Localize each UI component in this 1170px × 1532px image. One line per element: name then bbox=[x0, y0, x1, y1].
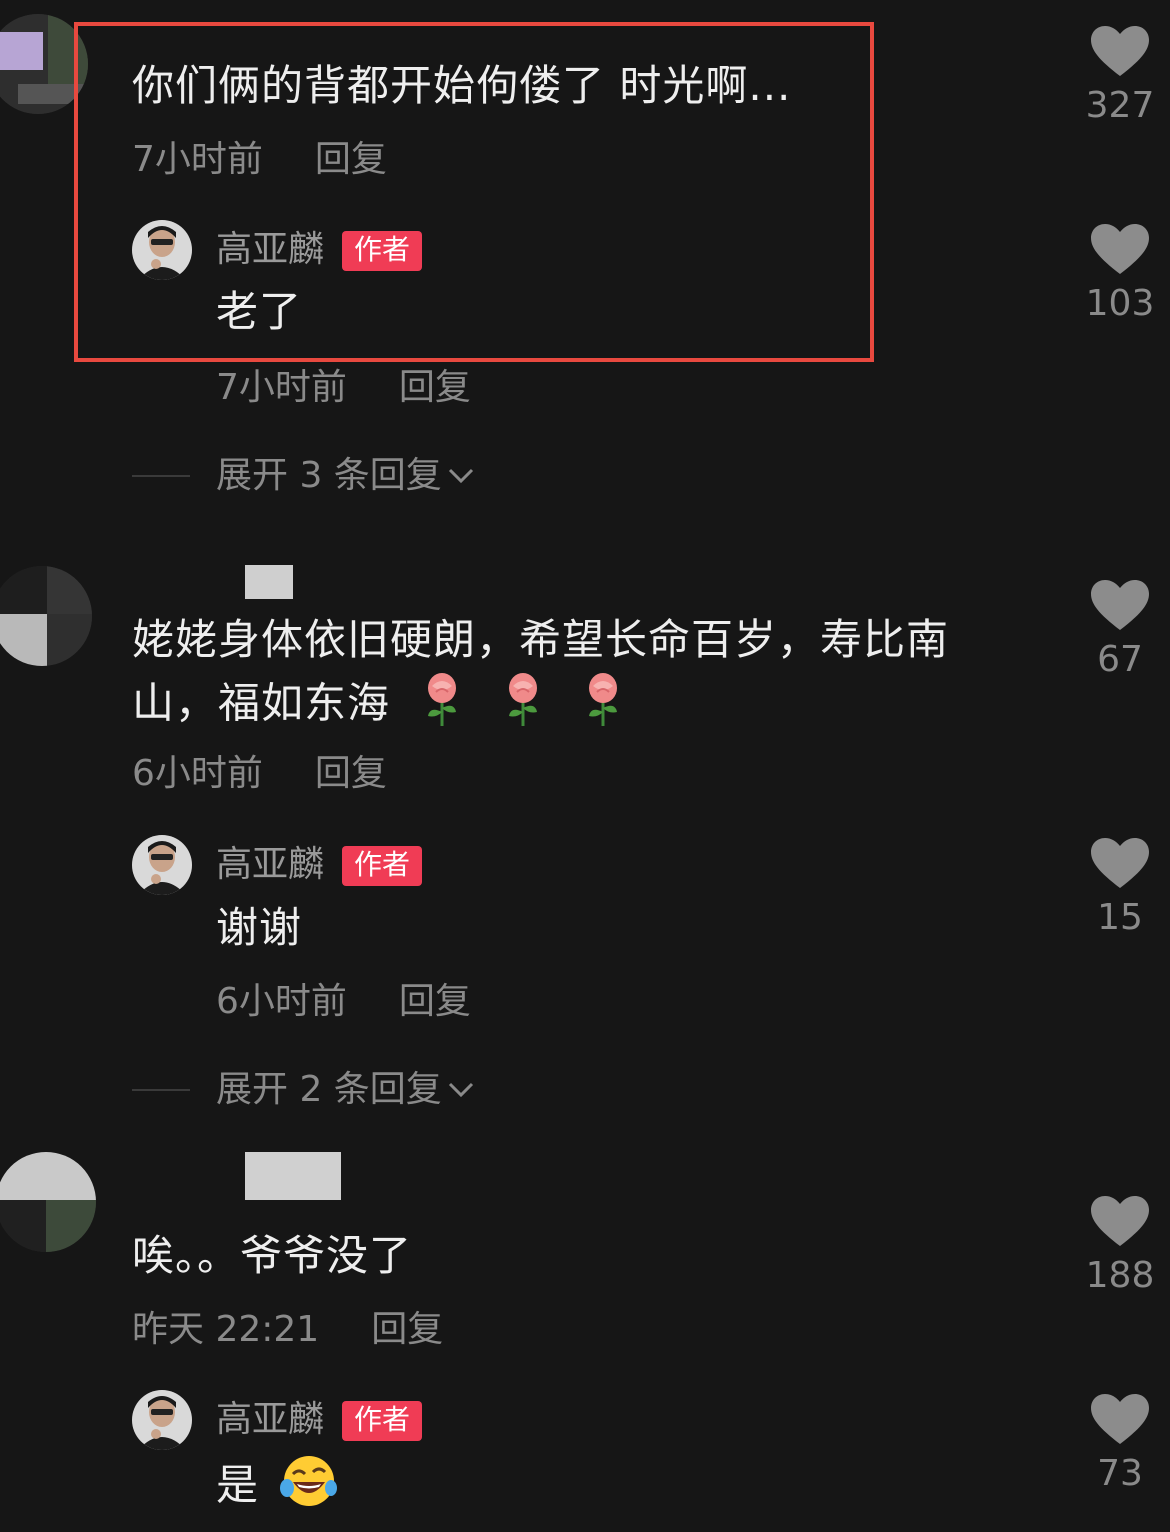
author-reply-text: 是 bbox=[216, 1460, 260, 1510]
author-avatar[interactable] bbox=[132, 835, 192, 895]
commenter-avatar[interactable] bbox=[0, 1152, 96, 1252]
like-button[interactable]: 67 bbox=[1065, 580, 1170, 682]
reply-button[interactable]: 回复 bbox=[315, 753, 387, 794]
comment-text: 姥姥身体依旧硬朗，希望长命百岁，寿比南 bbox=[132, 615, 950, 664]
expand-label: 展开 2 条回复 bbox=[216, 1069, 442, 1110]
chevron-down-icon bbox=[448, 468, 473, 484]
reply-time: 7小时前 bbox=[216, 367, 347, 408]
like-count: 73 bbox=[1097, 1453, 1143, 1494]
heart-icon bbox=[1091, 838, 1149, 888]
laughing-tears-emoji bbox=[279, 1454, 338, 1522]
blurred-username bbox=[245, 565, 293, 599]
author-reply-text: 谢谢 bbox=[216, 903, 303, 952]
comment-time: 昨天 22:21 bbox=[132, 1309, 320, 1350]
author-badge: 作者 bbox=[342, 1401, 423, 1441]
like-count: 67 bbox=[1097, 639, 1143, 680]
author-reply-text-row: 是 bbox=[216, 1454, 338, 1522]
rose-emoji bbox=[579, 672, 627, 740]
comment-list: 你们俩的背都开始佝偻了 时光啊... 7小时前 回复 327 高亚麟 作者 老了 7… bbox=[0, 0, 1170, 1532]
expand-replies-button[interactable]: 展开 2 条回复 bbox=[132, 1068, 476, 1112]
expand-replies-button[interactable]: 展开 3 条回复 bbox=[132, 454, 476, 498]
heart-icon bbox=[1091, 1196, 1149, 1246]
like-count: 188 bbox=[1085, 1255, 1155, 1296]
reply-time: 6小时前 bbox=[216, 981, 347, 1022]
heart-icon bbox=[1091, 224, 1149, 274]
reply-button[interactable]: 回复 bbox=[399, 981, 471, 1022]
author-avatar[interactable] bbox=[132, 1390, 192, 1450]
like-button[interactable]: 15 bbox=[1065, 838, 1170, 940]
heart-icon bbox=[1091, 1394, 1149, 1444]
comment-text-continued: 山，福如东海 bbox=[132, 678, 391, 728]
author-reply-meta: 7小时前 回复 bbox=[216, 366, 471, 410]
reply-button[interactable]: 回复 bbox=[371, 1309, 443, 1350]
highlight-box bbox=[74, 22, 874, 362]
rose-emoji bbox=[418, 672, 466, 740]
blurred-username bbox=[245, 1152, 341, 1200]
like-button[interactable]: 73 bbox=[1065, 1394, 1170, 1496]
comment-text-line2: 山，福如东海 bbox=[132, 672, 627, 740]
author-reply-header: 高亚麟 作者 bbox=[216, 843, 423, 887]
commenter-avatar[interactable] bbox=[0, 566, 92, 666]
chevron-down-icon bbox=[448, 1082, 473, 1098]
comment-time: 6小时前 bbox=[132, 753, 263, 794]
comment-meta: 6小时前 回复 bbox=[132, 752, 387, 796]
author-badge: 作者 bbox=[342, 846, 423, 886]
like-count: 327 bbox=[1085, 85, 1155, 126]
reply-button[interactable]: 回复 bbox=[399, 367, 471, 408]
comment-meta: 昨天 22:21 回复 bbox=[132, 1308, 443, 1352]
divider-line bbox=[132, 475, 190, 477]
like-button[interactable]: 327 bbox=[1065, 26, 1170, 128]
author-reply-meta: 6小时前 回复 bbox=[216, 980, 471, 1024]
divider-line bbox=[132, 1089, 190, 1091]
rose-emoji bbox=[499, 672, 547, 740]
author-name[interactable]: 高亚麟 bbox=[216, 844, 324, 885]
author-reply-header: 高亚麟 作者 bbox=[216, 1398, 423, 1442]
author-name[interactable]: 高亚麟 bbox=[216, 1399, 324, 1440]
heart-icon bbox=[1091, 580, 1149, 630]
heart-icon bbox=[1091, 26, 1149, 76]
comment-text: 唉。。爷爷没了 bbox=[132, 1231, 413, 1280]
like-count: 15 bbox=[1097, 897, 1143, 938]
like-button[interactable]: 188 bbox=[1065, 1196, 1170, 1298]
like-button[interactable]: 103 bbox=[1065, 224, 1170, 326]
like-count: 103 bbox=[1085, 283, 1155, 324]
expand-label: 展开 3 条回复 bbox=[216, 455, 442, 496]
